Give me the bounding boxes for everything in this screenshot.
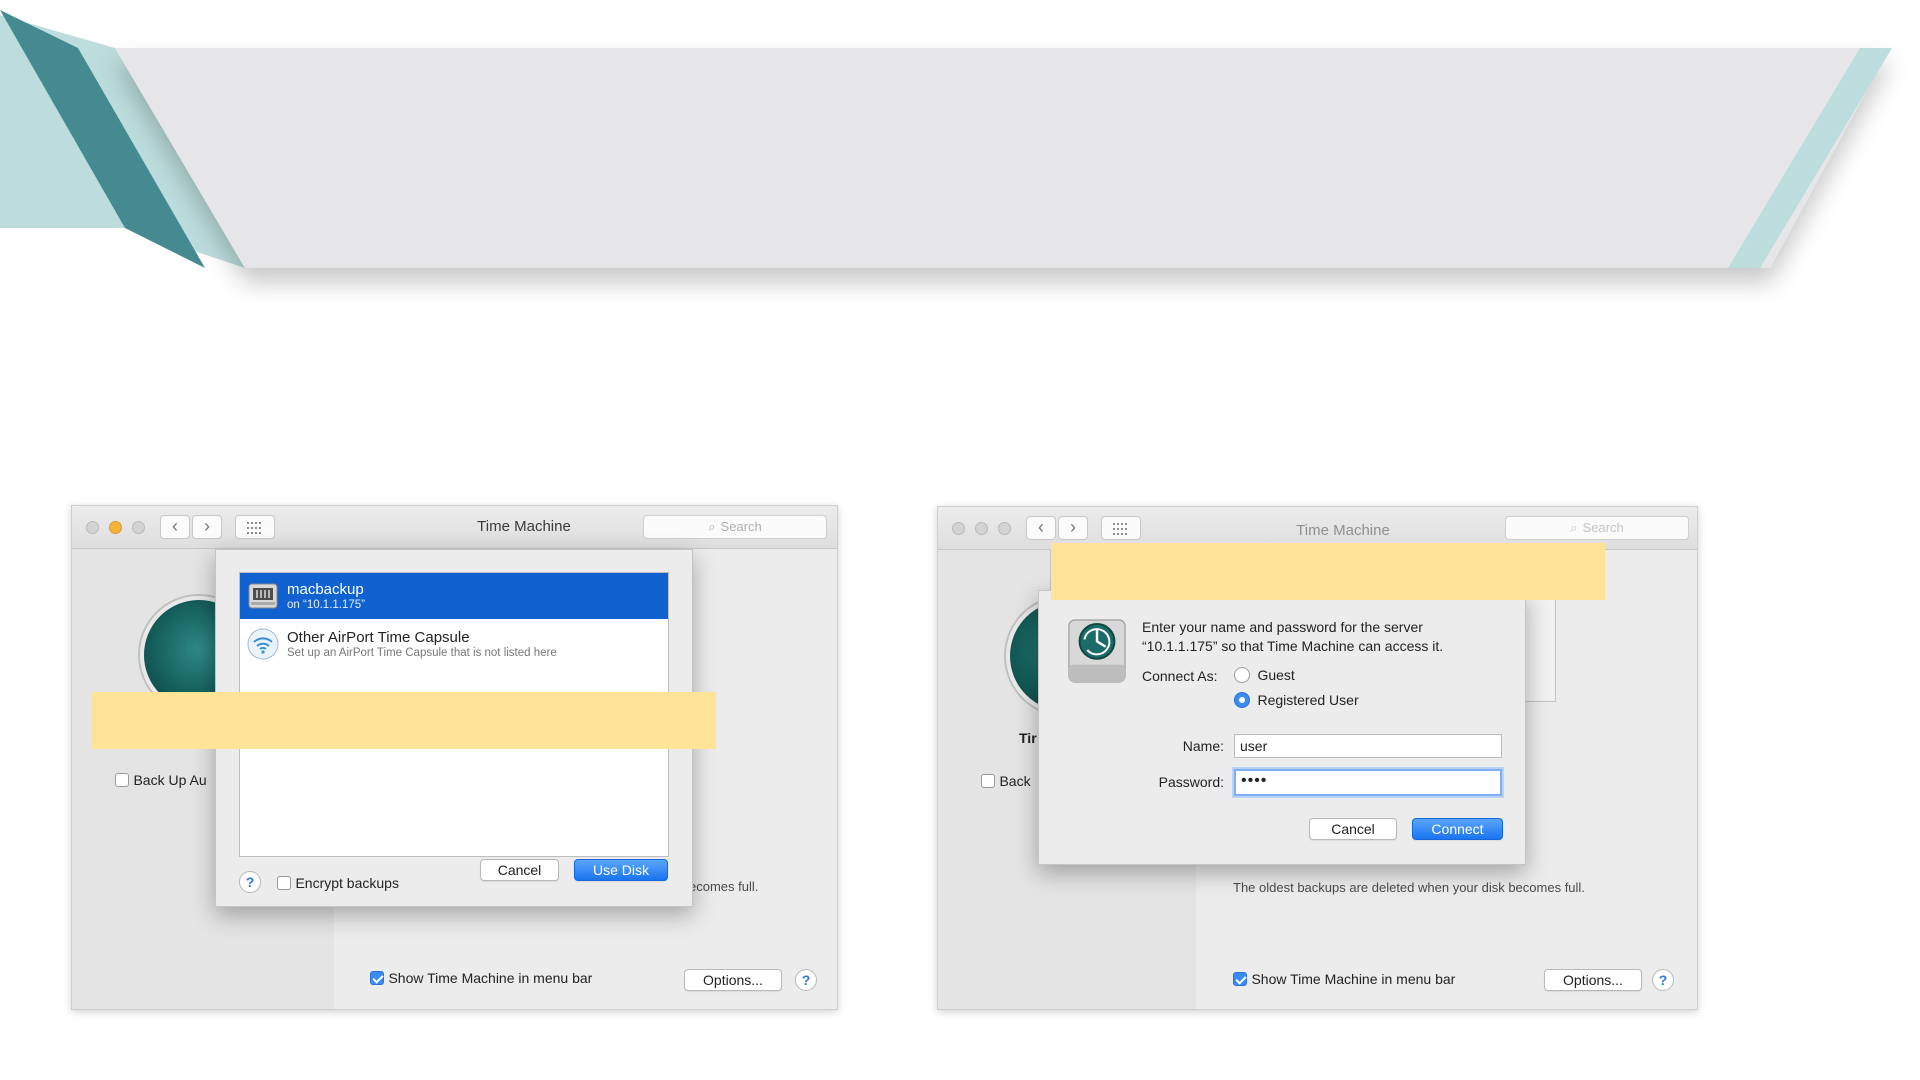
password-label: Password: <box>1158 774 1224 790</box>
options-button[interactable]: Options... <box>684 969 782 991</box>
minimize-button[interactable] <box>975 522 988 535</box>
dialog-help-button[interactable]: ? <box>239 871 261 893</box>
disk-row-other-airport[interactable]: Other AirPort Time Capsule Set up an Air… <box>240 621 668 667</box>
server-login-dialog: Enter your name and password for the ser… <box>1038 590 1526 865</box>
title-bar: ‹ › Time Machine ⌕ Search <box>72 506 837 549</box>
disk-row-macbackup[interactable]: macbackup on “10.1.1.175” <box>240 573 668 619</box>
banner-main-panel <box>115 48 1890 268</box>
time-machine-disk-icon <box>1068 619 1126 683</box>
name-label: Name: <box>1182 738 1224 754</box>
use-disk-button[interactable]: Use Disk <box>574 859 668 881</box>
close-button[interactable] <box>952 522 965 535</box>
name-field[interactable]: user <box>1234 734 1502 758</box>
back-up-automatically-checkbox[interactable] <box>981 773 995 788</box>
wifi-icon <box>247 628 279 660</box>
back-up-automatically-label: Back <box>999 772 1031 789</box>
search-placeholder: Search <box>720 519 762 534</box>
grid-icon <box>247 522 261 534</box>
back-button[interactable]: ‹ <box>1026 516 1056 540</box>
back-chevron-icon: ‹ <box>1038 517 1044 537</box>
close-button[interactable] <box>86 521 99 534</box>
help-button[interactable]: ? <box>1652 969 1674 991</box>
cancel-button[interactable]: Cancel <box>1309 818 1397 840</box>
forward-button[interactable]: › <box>1058 516 1088 540</box>
show-all-button[interactable] <box>1101 516 1141 540</box>
back-button[interactable]: ‹ <box>160 515 190 539</box>
show-in-menubar-checkbox[interactable] <box>370 970 384 985</box>
dialog-message-line2: “10.1.1.175” so that Time Machine can ac… <box>1142 638 1444 654</box>
encrypt-backups-label: Encrypt backups <box>295 874 399 891</box>
search-field[interactable]: ⌕ Search <box>1505 516 1689 540</box>
time-machine-title-partial: Tir <box>1019 730 1037 746</box>
cancel-button[interactable]: Cancel <box>480 859 559 881</box>
show-in-menubar-label: Show Time Machine in menu bar <box>388 969 593 986</box>
disk-name: Other AirPort Time Capsule <box>287 629 470 646</box>
highlight-overlay-left <box>92 692 716 749</box>
search-placeholder: Search <box>1582 520 1624 535</box>
guest-label: Guest <box>1257 666 1295 683</box>
zoom-button[interactable] <box>132 521 145 534</box>
dialog-message-line1: Enter your name and password for the ser… <box>1142 619 1423 635</box>
help-button[interactable]: ? <box>795 969 817 991</box>
password-field[interactable]: •••• <box>1234 769 1502 796</box>
forward-chevron-icon: › <box>204 516 210 536</box>
status-text-partial: ecomes full. <box>689 879 759 894</box>
encrypt-backups-checkbox[interactable] <box>277 875 291 890</box>
back-up-automatically-checkbox[interactable] <box>115 772 129 787</box>
options-button[interactable]: Options... <box>1544 969 1642 991</box>
zoom-button[interactable] <box>998 522 1011 535</box>
minimize-button[interactable] <box>109 521 122 534</box>
back-chevron-icon: ‹ <box>172 516 178 536</box>
grid-icon <box>1113 523 1127 535</box>
network-drive-icon <box>248 583 278 609</box>
show-in-menubar-checkbox[interactable] <box>1233 971 1247 986</box>
registered-user-radio[interactable] <box>1234 691 1250 708</box>
oldest-backups-text: The oldest backups are deleted when your… <box>1233 880 1585 895</box>
search-field[interactable]: ⌕ Search <box>643 515 827 539</box>
disk-detail: Set up an AirPort Time Capsule that is n… <box>287 647 557 659</box>
show-in-menubar-label: Show Time Machine in menu bar <box>1251 970 1456 987</box>
disk-detail: on “10.1.1.175” <box>287 599 366 611</box>
search-icon: ⌕ <box>708 519 716 534</box>
highlight-overlay-right <box>1051 543 1605 600</box>
guest-radio[interactable] <box>1234 666 1250 683</box>
registered-user-label: Registered User <box>1257 691 1359 708</box>
back-up-automatically-label: Back Up Au <box>133 771 207 788</box>
search-icon: ⌕ <box>1570 520 1578 535</box>
show-all-button[interactable] <box>235 515 275 539</box>
window-title: Time Machine <box>477 518 571 535</box>
disk-name: macbackup <box>287 581 364 598</box>
forward-button[interactable]: › <box>192 515 222 539</box>
header-banner <box>0 10 1892 268</box>
forward-chevron-icon: › <box>1070 517 1076 537</box>
connect-button[interactable]: Connect <box>1412 818 1503 840</box>
